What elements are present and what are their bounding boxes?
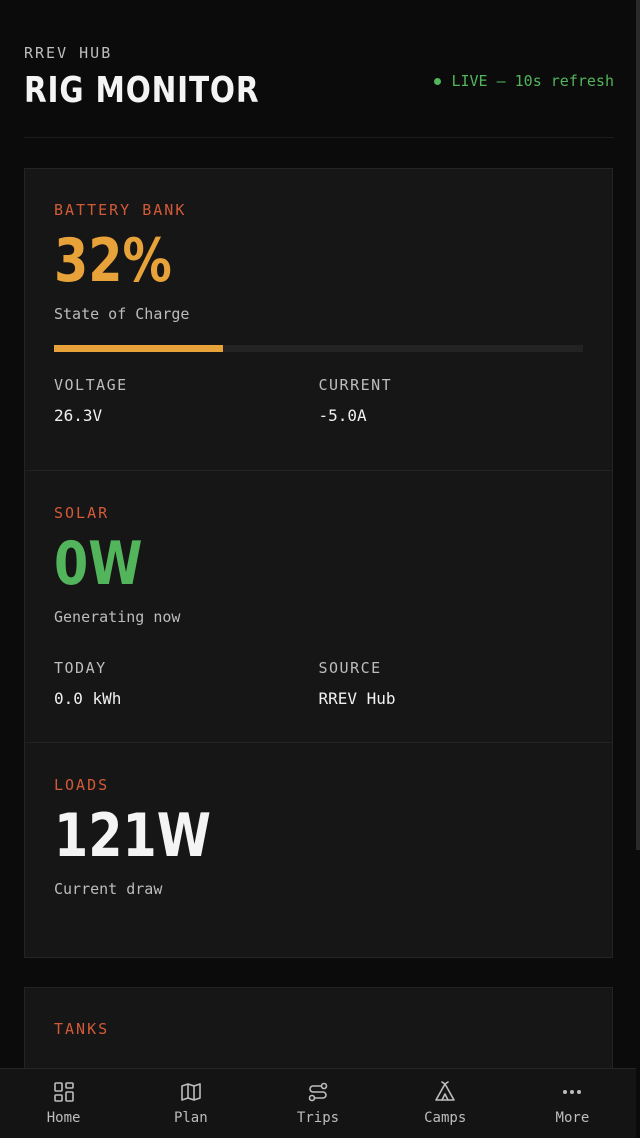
source-value: RREV Hub bbox=[318, 689, 396, 708]
nav-label-plan: Plan bbox=[173, 1110, 208, 1126]
live-status: LIVE — 10s refresh bbox=[434, 72, 614, 90]
battery-section: BATTERY BANK 32% State of Charge VOLTAGE… bbox=[25, 169, 612, 471]
bottom-nav: Home Plan Trips Camps More bbox=[0, 1068, 636, 1138]
page-header: RREV HUB RIG MONITOR LIVE — 10s refresh bbox=[24, 44, 614, 138]
nav-label-trips: Trips bbox=[296, 1110, 340, 1126]
voltage-value: 26.3V bbox=[54, 406, 103, 425]
app-kicker: RREV HUB bbox=[24, 44, 113, 62]
solar-stats: TODAY 0.0 kWh SOURCE RREV Hub bbox=[54, 659, 583, 708]
today-label: TODAY bbox=[54, 659, 107, 677]
source-stat: SOURCE RREV Hub bbox=[319, 659, 584, 708]
grid-icon bbox=[53, 1082, 74, 1102]
tanks-label: TANKS bbox=[54, 1020, 110, 1038]
loads-subtitle: Current draw bbox=[54, 880, 163, 898]
nav-label-camps: Camps bbox=[424, 1110, 467, 1126]
source-label: SOURCE bbox=[318, 659, 382, 677]
battery-progress-fill bbox=[54, 345, 224, 352]
current-label: CURRENT bbox=[318, 376, 393, 394]
nav-item-plan[interactable]: Plan bbox=[127, 1069, 254, 1138]
tanks-section: TANKS bbox=[25, 988, 612, 1038]
battery-progress-bar bbox=[54, 345, 583, 352]
voltage-label: VOLTAGE bbox=[54, 376, 128, 394]
nav-item-camps[interactable]: Camps bbox=[382, 1069, 509, 1138]
battery-subtitle: State of Charge bbox=[54, 305, 190, 323]
live-status-text: LIVE — 10s refresh bbox=[451, 72, 614, 90]
battery-percent: 32% bbox=[54, 226, 172, 296]
solar-value: 0W bbox=[54, 529, 143, 599]
battery-label: BATTERY BANK bbox=[54, 201, 187, 219]
nav-item-home[interactable]: Home bbox=[0, 1069, 127, 1138]
scrollbar[interactable] bbox=[636, 0, 640, 850]
battery-stats: VOLTAGE 26.3V CURRENT -5.0A bbox=[54, 376, 583, 425]
route-icon bbox=[308, 1082, 328, 1102]
more-dots-icon bbox=[563, 1090, 582, 1094]
tent-icon bbox=[435, 1081, 456, 1101]
nav-item-trips[interactable]: Trips bbox=[254, 1069, 381, 1138]
live-dot-icon bbox=[434, 77, 442, 85]
current-stat: CURRENT -5.0A bbox=[319, 376, 584, 425]
nav-label-more: More bbox=[555, 1110, 590, 1126]
solar-section: SOLAR 0W Generating now TODAY 0.0 kWh SO… bbox=[25, 471, 612, 743]
solar-subtitle: Generating now bbox=[54, 608, 181, 626]
current-value: -5.0A bbox=[318, 406, 367, 425]
voltage-stat: VOLTAGE 26.3V bbox=[54, 376, 319, 425]
loads-label: LOADS bbox=[54, 776, 110, 794]
today-value: 0.0 kWh bbox=[54, 689, 122, 708]
map-icon bbox=[180, 1083, 201, 1101]
loads-section: LOADS 121W Current draw bbox=[25, 743, 612, 957]
today-stat: TODAY 0.0 kWh bbox=[54, 659, 319, 708]
rig-status-card: BATTERY BANK 32% State of Charge VOLTAGE… bbox=[24, 168, 613, 958]
solar-label: SOLAR bbox=[54, 504, 110, 522]
nav-item-more[interactable]: More bbox=[509, 1069, 636, 1138]
nav-label-home: Home bbox=[46, 1110, 81, 1126]
loads-value: 121W bbox=[54, 801, 211, 871]
